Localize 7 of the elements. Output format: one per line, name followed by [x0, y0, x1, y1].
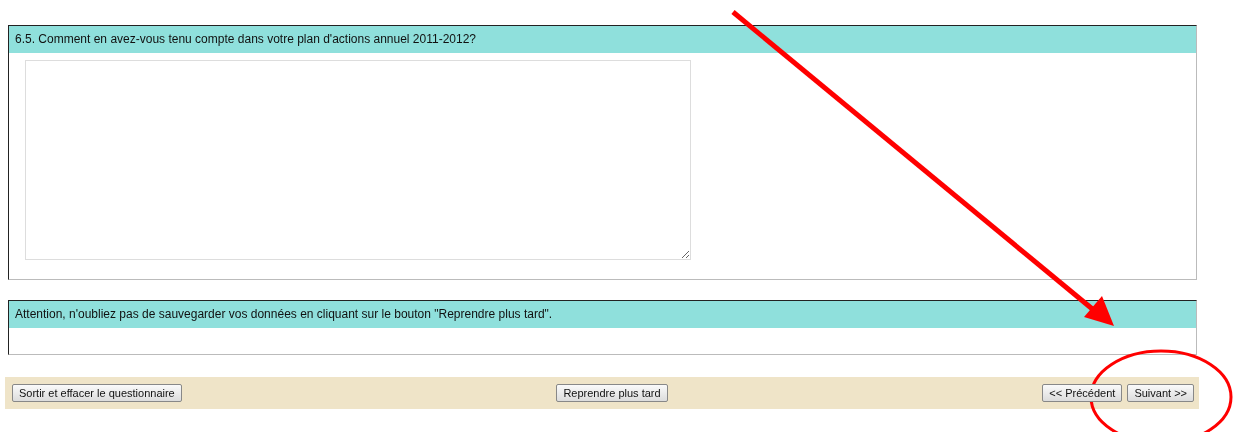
- section-heading: Attention, n'oubliez pas de sauvegarder vos données en cliquant sur le bouton "Reprendre plus tard".: [9, 301, 1196, 328]
- save-later-button[interactable]: Reprendre plus tard: [556, 384, 668, 402]
- next-button[interactable]: Suivant >>: [1127, 384, 1194, 402]
- section-heading: 6.5. Comment en avez-vous tenu compte dans votre plan d'actions annuel 2011-2012?: [9, 26, 1196, 53]
- answer-box[interactable]: [25, 60, 691, 260]
- exit-button[interactable]: Sortir et effacer le questionnaire: [12, 384, 182, 402]
- previous-button[interactable]: << Précédent: [1042, 384, 1123, 402]
